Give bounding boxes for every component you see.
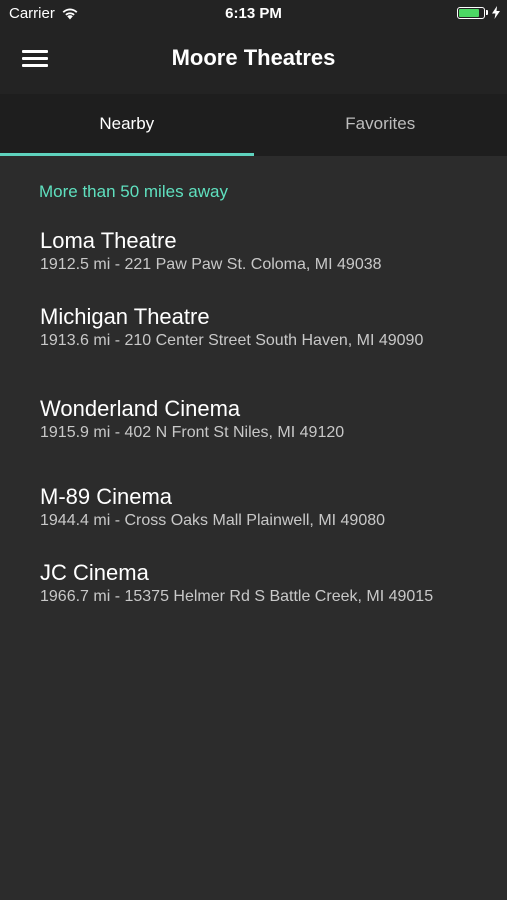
battery-level	[459, 8, 480, 17]
tab-favorites[interactable]: Favorites	[254, 94, 507, 156]
page-title: Moore Theatres	[171, 45, 336, 70]
theatre-list: More than 50 miles away Loma Theatre 191…	[0, 156, 507, 900]
section-header: More than 50 miles away	[39, 182, 228, 201]
theatre-name: M-89 Cinema	[40, 484, 173, 509]
theatre-detail: 1944.4 mi - Cross Oaks Mall Plainwell, M…	[40, 512, 386, 529]
status-time: 6:13 PM	[225, 5, 282, 22]
nav-bar: Moore Theatres	[0, 28, 507, 94]
list-item[interactable]: M-89 Cinema 1944.4 mi - Cross Oaks Mall …	[40, 484, 460, 531]
battery-icon	[457, 6, 485, 19]
status-right	[457, 6, 500, 19]
list-item[interactable]: Michigan Theatre 1913.6 mi - 210 Center …	[40, 304, 460, 351]
theatre-detail: 1966.7 mi - 15375 Helmer Rd S Battle Cre…	[40, 588, 434, 605]
theatre-name: Loma Theatre	[40, 228, 177, 253]
status-bar: Carrier 6:13 PM	[0, 0, 507, 28]
theatre-detail: 1915.9 mi - 402 N Front St Niles, MI 491…	[40, 424, 345, 441]
theatre-name: Michigan Theatre	[40, 304, 210, 329]
theatre-name: Wonderland Cinema	[40, 396, 241, 421]
list-item[interactable]: JC Cinema 1966.7 mi - 15375 Helmer Rd S …	[40, 560, 460, 607]
tab-nearby[interactable]: Nearby	[0, 94, 254, 156]
theatre-detail: 1913.6 mi - 210 Center Street South Have…	[40, 332, 424, 349]
list-item[interactable]: Wonderland Cinema 1915.9 mi - 402 N Fron…	[40, 396, 460, 443]
theatre-detail: 1912.5 mi - 221 Paw Paw St. Coloma, MI 4…	[40, 256, 382, 273]
charging-bolt-icon	[492, 6, 500, 19]
battery-tip	[486, 10, 488, 15]
list-item[interactable]: Loma Theatre 1912.5 mi - 221 Paw Paw St.…	[40, 228, 460, 275]
tab-bar: Nearby Favorites	[0, 94, 507, 156]
theatre-name: JC Cinema	[40, 560, 149, 585]
